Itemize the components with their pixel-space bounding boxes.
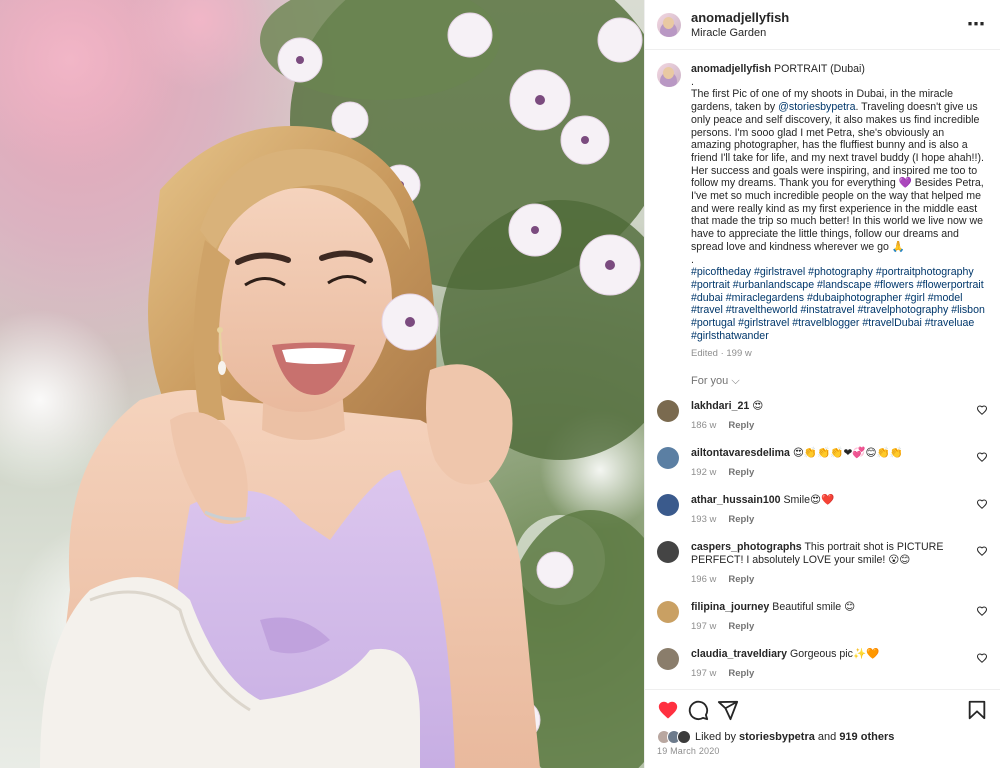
comment-like-icon[interactable]: [976, 451, 988, 463]
likes-prefix: Liked by: [695, 731, 740, 743]
caption-body-2: . Traveling doesn't give us only peace a…: [691, 101, 984, 253]
reply-button[interactable]: Reply: [728, 621, 754, 632]
comment-item: caspers_photographs This portrait shot i…: [657, 537, 988, 597]
commenter-username[interactable]: athar_hussain100: [691, 494, 781, 506]
commenter-username[interactable]: lakhdari_21: [691, 400, 749, 412]
comment-body: athar_hussain100 Smile😍❤️ 193 w Reply: [691, 494, 955, 526]
comment-item: athar_hussain100 Smile😍❤️ 193 w Reply: [657, 490, 988, 537]
comment-list: lakhdari_21 😍 186 w Reply ailtontavaresdeli…: [657, 396, 988, 689]
comment-like-icon[interactable]: [976, 605, 988, 617]
caption-hashtags[interactable]: #picoftheday #girlstravel #photography #…: [691, 266, 985, 342]
caption-dot: .: [691, 253, 694, 266]
likes-others[interactable]: 919 others: [839, 731, 894, 743]
comment-meta: 197 w Reply: [691, 620, 955, 633]
comment-item: claudia_traveldiary Gorgeous pic✨🧡 197 w R…: [657, 644, 988, 689]
commenter-avatar[interactable]: [657, 494, 679, 517]
comment-text: 😍: [752, 400, 764, 413]
comment-age: 193 w: [691, 514, 717, 526]
caption-text: anomadjellyfish PORTRAIT (Dubai) . The f…: [691, 63, 987, 361]
comment-meta: 193 w Reply: [691, 513, 955, 526]
caption-username[interactable]: anomadjellyfish: [691, 63, 771, 75]
post-header: anomadjellyfish Miracle Garden ⋯: [645, 0, 1000, 50]
heart-filled-icon[interactable]: [657, 699, 679, 721]
author-info: anomadjellyfish Miracle Garden: [691, 10, 966, 39]
reply-button[interactable]: Reply: [728, 420, 754, 431]
comment-age: 197 w: [691, 621, 717, 633]
instagram-post-viewer: anomadjellyfish Miracle Garden ⋯ anomadj…: [0, 0, 1000, 768]
bookmark-icon[interactable]: [966, 699, 988, 721]
comment-meta: 196 w Reply: [691, 573, 955, 586]
caption-edited: Edited · 199 w: [691, 348, 752, 360]
liker-avatar[interactable]: [677, 730, 691, 744]
reply-button[interactable]: Reply: [728, 668, 754, 679]
commenter-avatar[interactable]: [657, 447, 679, 470]
comment-text: 😍👏👏👏❤💞😊👏👏: [792, 447, 903, 460]
portrait-illustration: [0, 0, 644, 768]
reply-button[interactable]: Reply: [728, 574, 754, 585]
comment-age: 197 w: [691, 668, 717, 680]
comment-body: lakhdari_21 😍 186 w Reply: [691, 400, 955, 432]
comment-meta: 186 w Reply: [691, 419, 955, 432]
reply-button[interactable]: Reply: [728, 467, 754, 478]
comment-age: 192 w: [691, 467, 717, 479]
comment-text: Beautiful smile 😊: [772, 601, 856, 614]
author-username[interactable]: anomadjellyfish: [691, 10, 966, 25]
comment-item: filipina_journey Beautiful smile 😊 197 w R…: [657, 597, 988, 644]
post-location[interactable]: Miracle Garden: [691, 27, 966, 39]
comment-body: filipina_journey Beautiful smile 😊 197 w R…: [691, 601, 955, 633]
likes-middle: and: [814, 731, 840, 743]
comment-text: Gorgeous pic✨🧡: [789, 648, 880, 661]
caption-author-avatar[interactable]: [657, 63, 681, 87]
comment-item: lakhdari_21 😍 186 w Reply: [657, 396, 988, 443]
comment-body: caspers_photographs This portrait shot i…: [691, 541, 955, 586]
comment-meta: 197 w Reply: [691, 667, 955, 680]
comment-age: 186 w: [691, 420, 717, 432]
post-date: 19 March 2020: [657, 746, 720, 756]
comment-item: ailtontavaresdelima 😍👏👏👏❤💞😊👏👏 192 w Reply: [657, 443, 988, 490]
caption-mention-link[interactable]: @storiesbypetra: [778, 101, 855, 113]
action-icons-row: [645, 690, 1000, 730]
comment-meta: 192 w Reply: [691, 466, 955, 479]
comment-like-icon[interactable]: [976, 498, 988, 510]
caption-title: PORTRAIT (Dubai): [774, 63, 865, 75]
comments-scroll-area[interactable]: anomadjellyfish PORTRAIT (Dubai) . The f…: [645, 51, 1000, 689]
share-icon[interactable]: [717, 699, 739, 721]
likes-text: Liked by storiesbypetra and 919 others: [695, 731, 894, 743]
commenter-avatar[interactable]: [657, 601, 679, 624]
likes-user[interactable]: storiesbypetra: [739, 731, 815, 743]
post-details-panel: anomadjellyfish Miracle Garden ⋯ anomadj…: [644, 0, 1000, 768]
comment-like-icon[interactable]: [976, 404, 988, 416]
comment-age: 196 w: [691, 574, 717, 586]
comment-body: claudia_traveldiary Gorgeous pic✨🧡 197 w R…: [691, 648, 955, 680]
commenter-username[interactable]: claudia_traveldiary: [691, 648, 787, 660]
commenter-avatar[interactable]: [657, 400, 679, 423]
comment-icon[interactable]: [687, 699, 709, 721]
post-photo[interactable]: [0, 0, 644, 768]
post-actions: Liked by storiesbypetra and 919 others 1…: [645, 689, 1000, 768]
commenter-avatar[interactable]: [657, 541, 679, 564]
commenter-username[interactable]: ailtontavaresdelima: [691, 447, 790, 459]
comment-text: Smile😍❤️: [783, 494, 835, 507]
caption: anomadjellyfish PORTRAIT (Dubai) . The f…: [657, 63, 988, 361]
author-avatar[interactable]: [657, 12, 681, 37]
more-icon[interactable]: ⋯: [966, 14, 986, 35]
commenter-username[interactable]: filipina_journey: [691, 601, 769, 613]
comment-like-icon[interactable]: [976, 545, 988, 557]
comment-like-icon[interactable]: [976, 652, 988, 664]
for-you-sort-toggle[interactable]: For you ⌵: [691, 375, 988, 388]
commenter-username[interactable]: caspers_photographs: [691, 541, 802, 553]
caption-dot: .: [691, 75, 694, 88]
likes-summary: Liked by storiesbypetra and 919 others: [645, 730, 1000, 744]
comment-body: ailtontavaresdelima 😍👏👏👏❤💞😊👏👏 192 w Reply: [691, 447, 955, 479]
reply-button[interactable]: Reply: [728, 514, 754, 525]
commenter-avatar[interactable]: [657, 648, 679, 671]
